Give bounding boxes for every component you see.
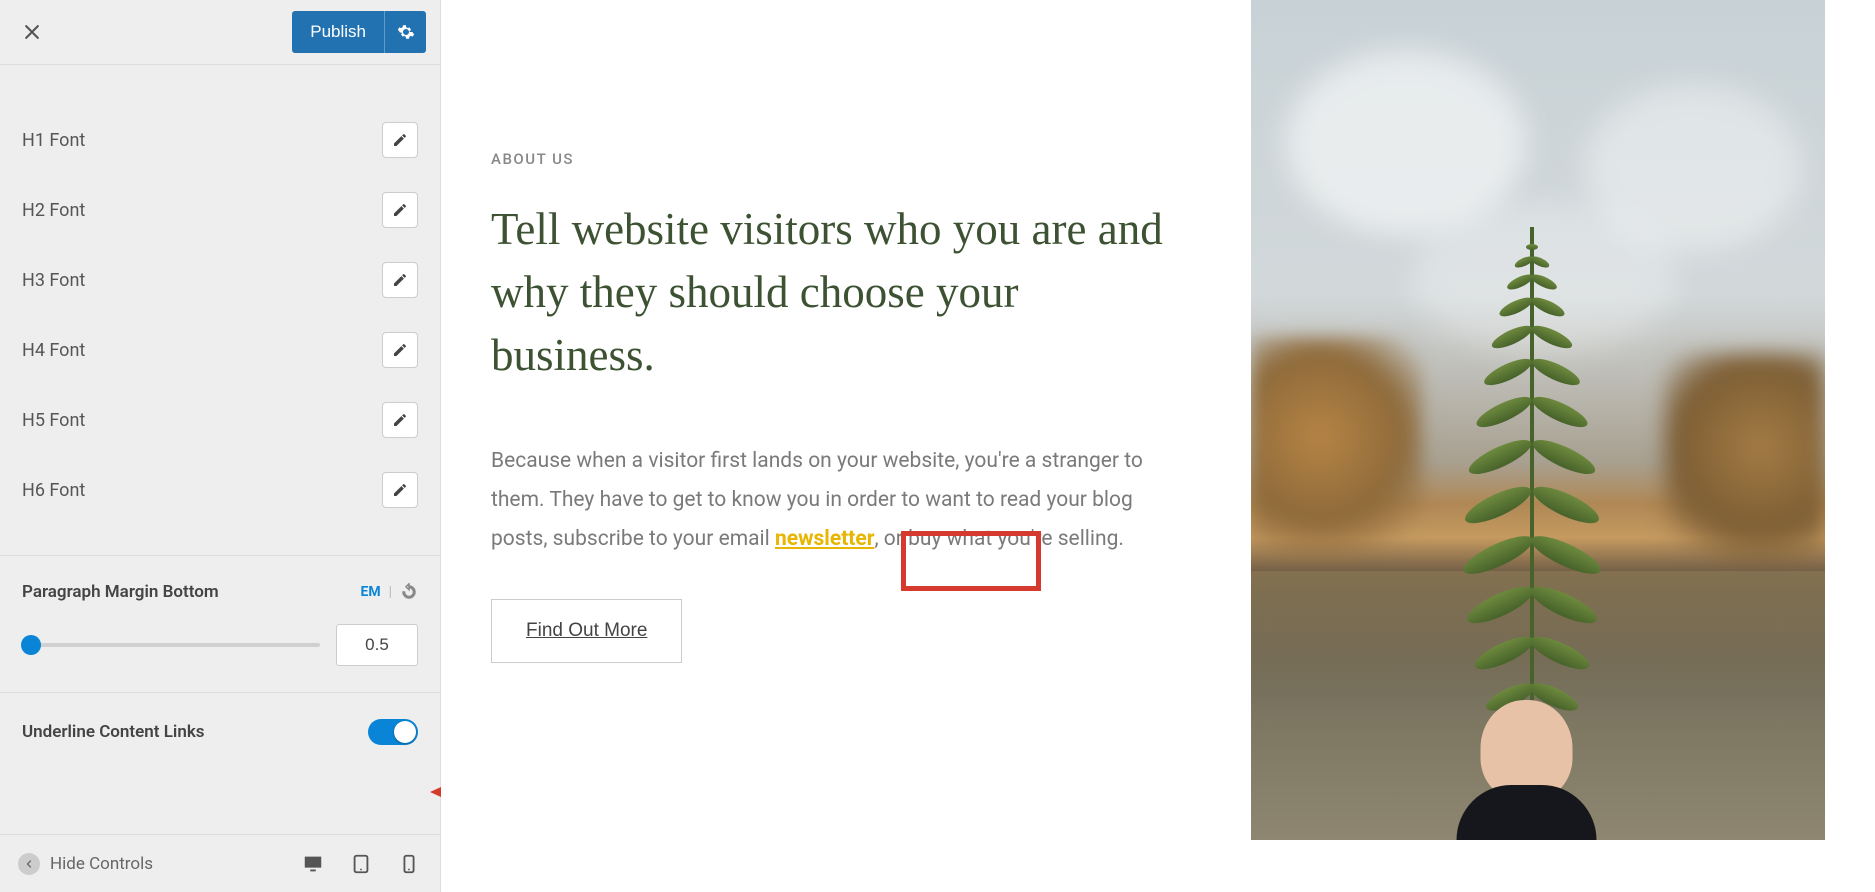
font-row-h4: H4 Font (22, 315, 418, 385)
close-button[interactable] (14, 14, 50, 50)
mobile-icon (398, 853, 420, 875)
hand-illustration (1464, 685, 1589, 840)
paragraph-margin-label: Paragraph Margin Bottom (22, 582, 219, 602)
gear-icon (397, 23, 415, 41)
font-label: H1 Font (22, 130, 85, 151)
publish-settings-button[interactable] (384, 11, 426, 53)
underline-links-section: Underline Content Links (0, 692, 440, 771)
font-row-h1: H1 Font (22, 105, 418, 175)
font-label: H4 Font (22, 340, 85, 361)
paragraph-margin-slider[interactable] (22, 643, 320, 647)
toggle-knob (394, 721, 416, 743)
font-label: H5 Font (22, 410, 85, 431)
reset-button[interactable] (400, 583, 418, 601)
find-out-more-button[interactable]: Find Out More (491, 599, 682, 663)
preview-area: ABOUT US Tell website visitors who you a… (441, 0, 1875, 892)
paragraph-text-after: , or buy what you're selling. (874, 527, 1124, 551)
pencil-icon (392, 412, 408, 428)
edit-h5-button[interactable] (382, 402, 418, 438)
sidebar-content: H1 Font H2 Font H3 Font (0, 65, 440, 834)
hide-controls-button[interactable]: Hide Controls (18, 853, 153, 875)
reset-icon (400, 583, 418, 601)
desktop-icon (302, 853, 324, 875)
section-paragraph: Because when a visitor first lands on yo… (491, 442, 1191, 559)
hide-controls-label: Hide Controls (50, 854, 153, 874)
font-row-h2: H2 Font (22, 175, 418, 245)
underline-links-toggle[interactable] (368, 719, 418, 745)
sidebar-footer: Hide Controls (0, 834, 440, 892)
edit-h6-button[interactable] (382, 472, 418, 508)
preview-image-column (1251, 0, 1825, 892)
close-icon (22, 22, 42, 42)
pencil-icon (392, 342, 408, 358)
paragraph-margin-input[interactable] (336, 624, 418, 666)
publish-button[interactable]: Publish (292, 11, 384, 53)
device-switcher (300, 851, 422, 877)
tablet-icon (350, 853, 372, 875)
pencil-icon (392, 272, 408, 288)
paragraph-margin-slider-row (22, 624, 418, 666)
font-label: H3 Font (22, 270, 85, 291)
font-list: H1 Font H2 Font H3 Font (0, 105, 440, 525)
edit-h2-button[interactable] (382, 192, 418, 228)
font-label: H6 Font (22, 480, 85, 501)
hero-image (1251, 0, 1825, 840)
underline-links-label: Underline Content Links (22, 722, 205, 742)
section-eyebrow: ABOUT US (491, 150, 1191, 168)
sidebar-header: Publish (0, 0, 440, 65)
font-row-h5: H5 Font (22, 385, 418, 455)
edit-h4-button[interactable] (382, 332, 418, 368)
font-row-h3: H3 Font (22, 245, 418, 315)
edit-h1-button[interactable] (382, 122, 418, 158)
preview-content: ABOUT US Tell website visitors who you a… (491, 0, 1191, 892)
font-label: H2 Font (22, 200, 85, 221)
slider-thumb[interactable] (21, 635, 41, 655)
device-mobile-button[interactable] (396, 851, 422, 877)
device-tablet-button[interactable] (348, 851, 374, 877)
section-headline: Tell website visitors who you are and wh… (491, 198, 1191, 387)
edit-h3-button[interactable] (382, 262, 418, 298)
paragraph-margin-section: Paragraph Margin Bottom EM | (0, 555, 440, 692)
newsletter-link[interactable]: newsletter (775, 527, 874, 551)
font-row-h6: H6 Font (22, 455, 418, 525)
pencil-icon (392, 202, 408, 218)
unit-label[interactable]: EM (360, 584, 380, 600)
customizer-sidebar: Publish H1 Font H2 Font (0, 0, 441, 892)
chevron-left-icon (18, 853, 40, 875)
pencil-icon (392, 132, 408, 148)
device-desktop-button[interactable] (300, 851, 326, 877)
pencil-icon (392, 482, 408, 498)
